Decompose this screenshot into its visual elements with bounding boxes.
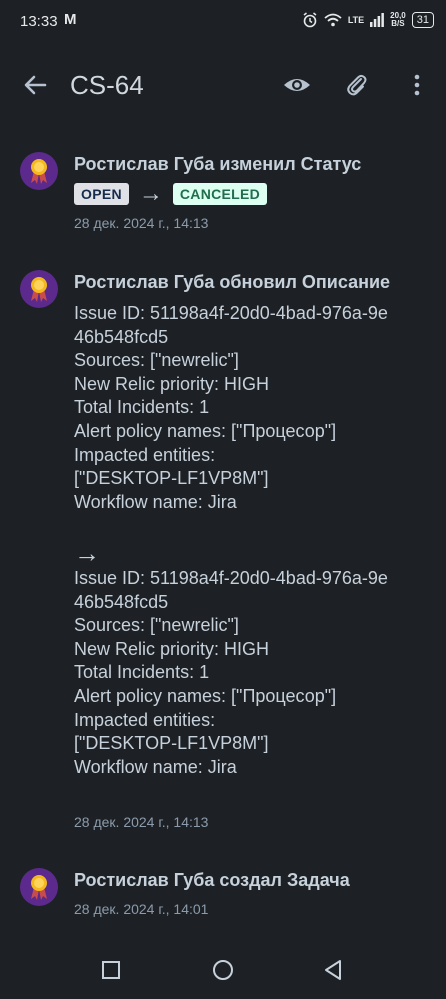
network-type-label: LTE xyxy=(347,15,365,25)
status-lozenge-from: OPEN xyxy=(74,183,129,205)
avatar xyxy=(20,868,58,906)
more-vert-icon[interactable] xyxy=(402,70,432,100)
wifi-icon xyxy=(324,13,342,27)
award-badge-icon xyxy=(31,159,47,184)
history-item-header: Ростислав Губа изменил Статус xyxy=(74,154,362,174)
eye-icon[interactable] xyxy=(282,70,312,100)
transition-arrow: → xyxy=(74,538,100,568)
back-triangle-icon[interactable] xyxy=(322,959,344,981)
transition-arrow: → xyxy=(138,180,163,207)
description-new-value: Issue ID: 51198a4f-20d0-4bad-976a-9e 46b… xyxy=(74,568,388,777)
avatar xyxy=(20,270,58,308)
status-bar: 13:33 M LTE 20,0 B/S 31 xyxy=(0,0,446,44)
battery-level: 31 xyxy=(416,14,429,26)
network-speed: 20,0 B/S xyxy=(390,12,406,28)
status-transition: OPEN → CANCELED xyxy=(74,180,268,207)
gmail-icon: M xyxy=(64,11,77,28)
avatar xyxy=(20,152,58,190)
history-item-date: 28 дек. 2024 г., 14:13 xyxy=(74,814,209,830)
system-nav-bar xyxy=(0,940,446,999)
signal-icon xyxy=(370,13,385,27)
recents-square-icon[interactable] xyxy=(101,960,121,980)
history-item-date: 28 дек. 2024 г., 14:13 xyxy=(74,215,209,231)
home-circle-icon[interactable] xyxy=(212,959,234,981)
battery-icon: 31 xyxy=(411,12,434,28)
issue-key-title: CS-64 xyxy=(70,70,144,100)
status-lozenge-to: CANCELED xyxy=(172,183,268,205)
back-arrow-icon[interactable] xyxy=(20,70,50,100)
paperclip-icon[interactable] xyxy=(342,70,372,100)
status-time: 13:33 xyxy=(20,13,58,30)
alarm-icon xyxy=(303,12,317,28)
app-bar: CS-64 xyxy=(0,56,446,114)
award-badge-icon xyxy=(31,875,47,900)
status-icons: LTE 20,0 B/S 31 xyxy=(302,12,434,28)
award-badge-icon xyxy=(31,277,47,302)
history-item-date: 28 дек. 2024 г., 14:01 xyxy=(74,901,209,917)
network-speed-unit: B/S xyxy=(391,19,405,28)
description-old-value: Issue ID: 51198a4f-20d0-4bad-976a-9e 46b… xyxy=(74,303,388,512)
history-item-header: Ростислав Губа обновил Описание xyxy=(74,272,391,292)
history-item-header: Ростислав Губа создал Задача xyxy=(74,870,350,890)
